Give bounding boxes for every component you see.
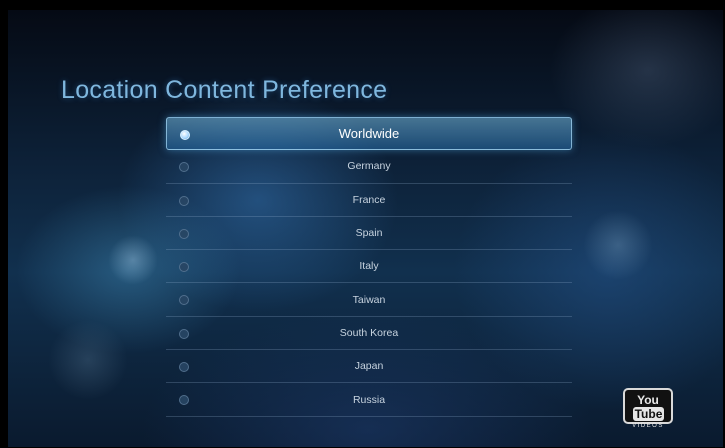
location-label: South Korea [339, 326, 399, 339]
radio-selected-icon[interactable] [180, 130, 190, 140]
bokeh-light [48, 320, 128, 400]
youtube-tube: Tube [632, 407, 665, 421]
location-option-germany[interactable]: Germany [166, 150, 572, 184]
location-label: Germany [347, 160, 391, 173]
location-option-south-korea[interactable]: South Korea [166, 317, 572, 351]
youtube-videos-label: VIDEOS [632, 423, 664, 429]
location-list: Worldwide Germany France Spain Italy Tai… [166, 117, 572, 417]
radio-icon[interactable] [179, 395, 189, 406]
bokeh-light [108, 235, 158, 285]
tv-screen: Location Content Preference Worldwide Ge… [8, 10, 723, 447]
location-option-taiwan[interactable]: Taiwan [166, 283, 572, 317]
radio-icon[interactable] [179, 162, 189, 173]
radio-icon[interactable] [179, 262, 189, 273]
radio-icon[interactable] [179, 328, 189, 339]
page-title: Location Content Preference [61, 76, 388, 104]
radio-icon[interactable] [179, 295, 189, 306]
location-label: Worldwide [338, 126, 400, 142]
radio-icon[interactable] [179, 195, 189, 206]
location-label: Russia [352, 393, 386, 406]
location-option-worldwide[interactable]: Worldwide [166, 117, 572, 151]
location-label: Italy [359, 260, 379, 273]
location-option-italy[interactable]: Italy [166, 250, 572, 284]
location-label: Japan [354, 360, 384, 373]
radio-icon[interactable] [179, 228, 189, 239]
location-option-france[interactable]: France [166, 184, 572, 217]
youtube-you: You [637, 393, 659, 407]
location-label: Spain [355, 227, 383, 240]
youtube-wordmark: YouTube [625, 393, 671, 421]
location-option-japan[interactable]: Japan [166, 350, 572, 384]
bokeh-light [583, 210, 653, 280]
location-label: France [352, 193, 386, 206]
location-option-spain[interactable]: Spain [166, 217, 572, 251]
radio-icon[interactable] [179, 362, 189, 373]
location-option-russia[interactable]: Russia [166, 383, 572, 417]
youtube-logo: YouTube VIDEOS [623, 388, 673, 429]
location-label: Taiwan [352, 293, 386, 306]
